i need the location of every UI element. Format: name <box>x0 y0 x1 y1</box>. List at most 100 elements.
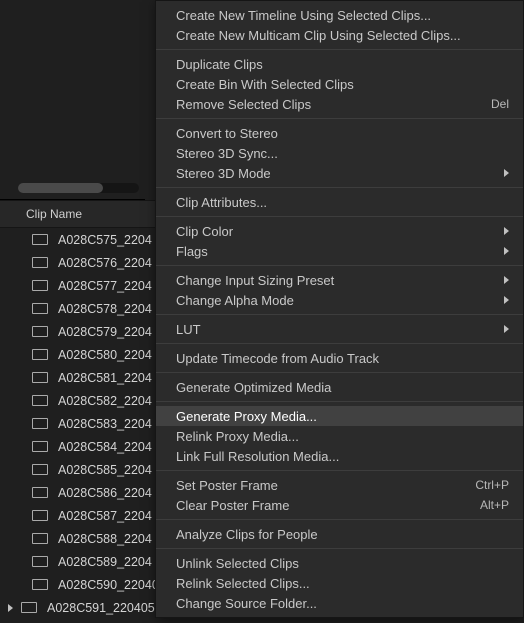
clip-icon <box>32 326 52 337</box>
clip-name: A028C577_2204 <box>52 279 152 293</box>
thumbnail-panel <box>0 0 145 200</box>
menu-item-label: Create New Multicam Clip Using Selected … <box>176 28 509 43</box>
menu-item[interactable]: Clip Color <box>156 221 523 241</box>
clip-icon <box>32 418 52 429</box>
menu-item[interactable]: Update Timecode from Audio Track <box>156 348 523 368</box>
menu-item-label: Unlink Selected Clips <box>176 556 509 571</box>
menu-item-label: Clip Color <box>176 224 496 239</box>
menu-item[interactable]: Change Source Folder... <box>156 593 523 613</box>
menu-item[interactable]: Set Poster FrameCtrl+P <box>156 475 523 495</box>
menu-item[interactable]: Relink Selected Clips... <box>156 573 523 593</box>
menu-item-label: LUT <box>176 322 496 337</box>
menu-item[interactable]: Stereo 3D Sync... <box>156 143 523 163</box>
menu-item-label: Stereo 3D Mode <box>176 166 496 181</box>
menu-item-label: Change Input Sizing Preset <box>176 273 496 288</box>
menu-item[interactable]: LUT <box>156 319 523 339</box>
clip-name: A028C581_2204 <box>52 371 152 385</box>
menu-item[interactable]: Analyze Clips for People <box>156 524 523 544</box>
clip-icon <box>32 280 52 291</box>
menu-separator <box>156 401 523 402</box>
clip-name: A028C578_2204 <box>52 302 152 316</box>
menu-item-label: Convert to Stereo <box>176 126 509 141</box>
menu-item[interactable]: Remove Selected ClipsDel <box>156 94 523 114</box>
menu-item-label: Create Bin With Selected Clips <box>176 77 509 92</box>
menu-separator <box>156 519 523 520</box>
clip-icon <box>32 257 52 268</box>
menu-item-shortcut: Ctrl+P <box>463 478 509 492</box>
scrollbar-thumb[interactable] <box>18 183 103 193</box>
menu-item-label: Remove Selected Clips <box>176 97 479 112</box>
clip-name: A028C584_2204 <box>52 440 152 454</box>
menu-item-label: Change Source Folder... <box>176 596 509 611</box>
menu-item-label: Relink Selected Clips... <box>176 576 509 591</box>
menu-item[interactable]: Create New Multicam Clip Using Selected … <box>156 25 523 45</box>
menu-item[interactable]: Convert to Stereo <box>156 123 523 143</box>
menu-separator <box>156 343 523 344</box>
clip-name: A028C582_2204 <box>52 394 152 408</box>
clip-icon <box>32 533 52 544</box>
clip-icon <box>32 510 52 521</box>
clip-icon <box>32 464 52 475</box>
submenu-arrow-icon <box>504 276 509 284</box>
menu-item-label: Duplicate Clips <box>176 57 509 72</box>
submenu-arrow-icon <box>504 296 509 304</box>
menu-separator <box>156 265 523 266</box>
clip-icon <box>32 441 52 452</box>
menu-item-label: Clip Attributes... <box>176 195 509 210</box>
menu-separator <box>156 187 523 188</box>
submenu-arrow-icon <box>504 169 509 177</box>
clip-context-menu[interactable]: Create New Timeline Using Selected Clips… <box>155 0 524 618</box>
clip-icon <box>32 487 52 498</box>
menu-item[interactable]: Flags <box>156 241 523 261</box>
menu-item-label: Create New Timeline Using Selected Clips… <box>176 8 509 23</box>
menu-item[interactable]: Link Full Resolution Media... <box>156 446 523 466</box>
clip-name: A028C575_2204 <box>52 233 152 247</box>
menu-item[interactable]: Generate Optimized Media <box>156 377 523 397</box>
menu-separator <box>156 372 523 373</box>
menu-item-label: Stereo 3D Sync... <box>176 146 509 161</box>
clip-name: A028C585_2204 <box>52 463 152 477</box>
menu-item-label: Flags <box>176 244 496 259</box>
menu-item[interactable]: Change Alpha Mode <box>156 290 523 310</box>
clip-name: A028C589_2204 <box>52 555 152 569</box>
submenu-arrow-icon <box>504 325 509 333</box>
clip-name: A028C576_2204 <box>52 256 152 270</box>
menu-item-label: Relink Proxy Media... <box>176 429 509 444</box>
menu-item-label: Generate Optimized Media <box>176 380 509 395</box>
menu-item-label: Link Full Resolution Media... <box>176 449 509 464</box>
clip-name: A028C588_2204 <box>52 532 152 546</box>
clip-icon <box>32 579 52 590</box>
menu-item[interactable]: Generate Proxy Media... <box>156 406 523 426</box>
clip-icon <box>32 349 52 360</box>
menu-item[interactable]: Relink Proxy Media... <box>156 426 523 446</box>
menu-item[interactable]: Stereo 3D Mode <box>156 163 523 183</box>
clip-icon <box>32 395 52 406</box>
menu-item[interactable]: Clear Poster FrameAlt+P <box>156 495 523 515</box>
menu-item[interactable]: Create New Timeline Using Selected Clips… <box>156 5 523 25</box>
menu-separator <box>156 49 523 50</box>
clip-name: A028C587_2204 <box>52 509 152 523</box>
menu-item-label: Generate Proxy Media... <box>176 409 509 424</box>
thumbnail-horizontal-scrollbar[interactable] <box>18 183 139 193</box>
disclosure-triangle-icon[interactable] <box>8 604 13 612</box>
menu-item[interactable]: Unlink Selected Clips <box>156 553 523 573</box>
menu-separator <box>156 470 523 471</box>
menu-separator <box>156 548 523 549</box>
menu-separator <box>156 314 523 315</box>
menu-item[interactable]: Create Bin With Selected Clips <box>156 74 523 94</box>
clip-icon <box>32 372 52 383</box>
clip-icon <box>32 556 52 567</box>
menu-item[interactable]: Clip Attributes... <box>156 192 523 212</box>
clip-icon <box>32 303 52 314</box>
menu-item-label: Clear Poster Frame <box>176 498 468 513</box>
menu-item-label: Update Timecode from Audio Track <box>176 351 509 366</box>
clip-name: A028C579_2204 <box>52 325 152 339</box>
menu-item-label: Change Alpha Mode <box>176 293 496 308</box>
menu-item[interactable]: Duplicate Clips <box>156 54 523 74</box>
clip-icon <box>32 234 52 245</box>
clip-name: A028C586_2204 <box>52 486 152 500</box>
menu-separator <box>156 216 523 217</box>
submenu-arrow-icon <box>504 247 509 255</box>
menu-item[interactable]: Change Input Sizing Preset <box>156 270 523 290</box>
clip-icon <box>21 602 41 613</box>
